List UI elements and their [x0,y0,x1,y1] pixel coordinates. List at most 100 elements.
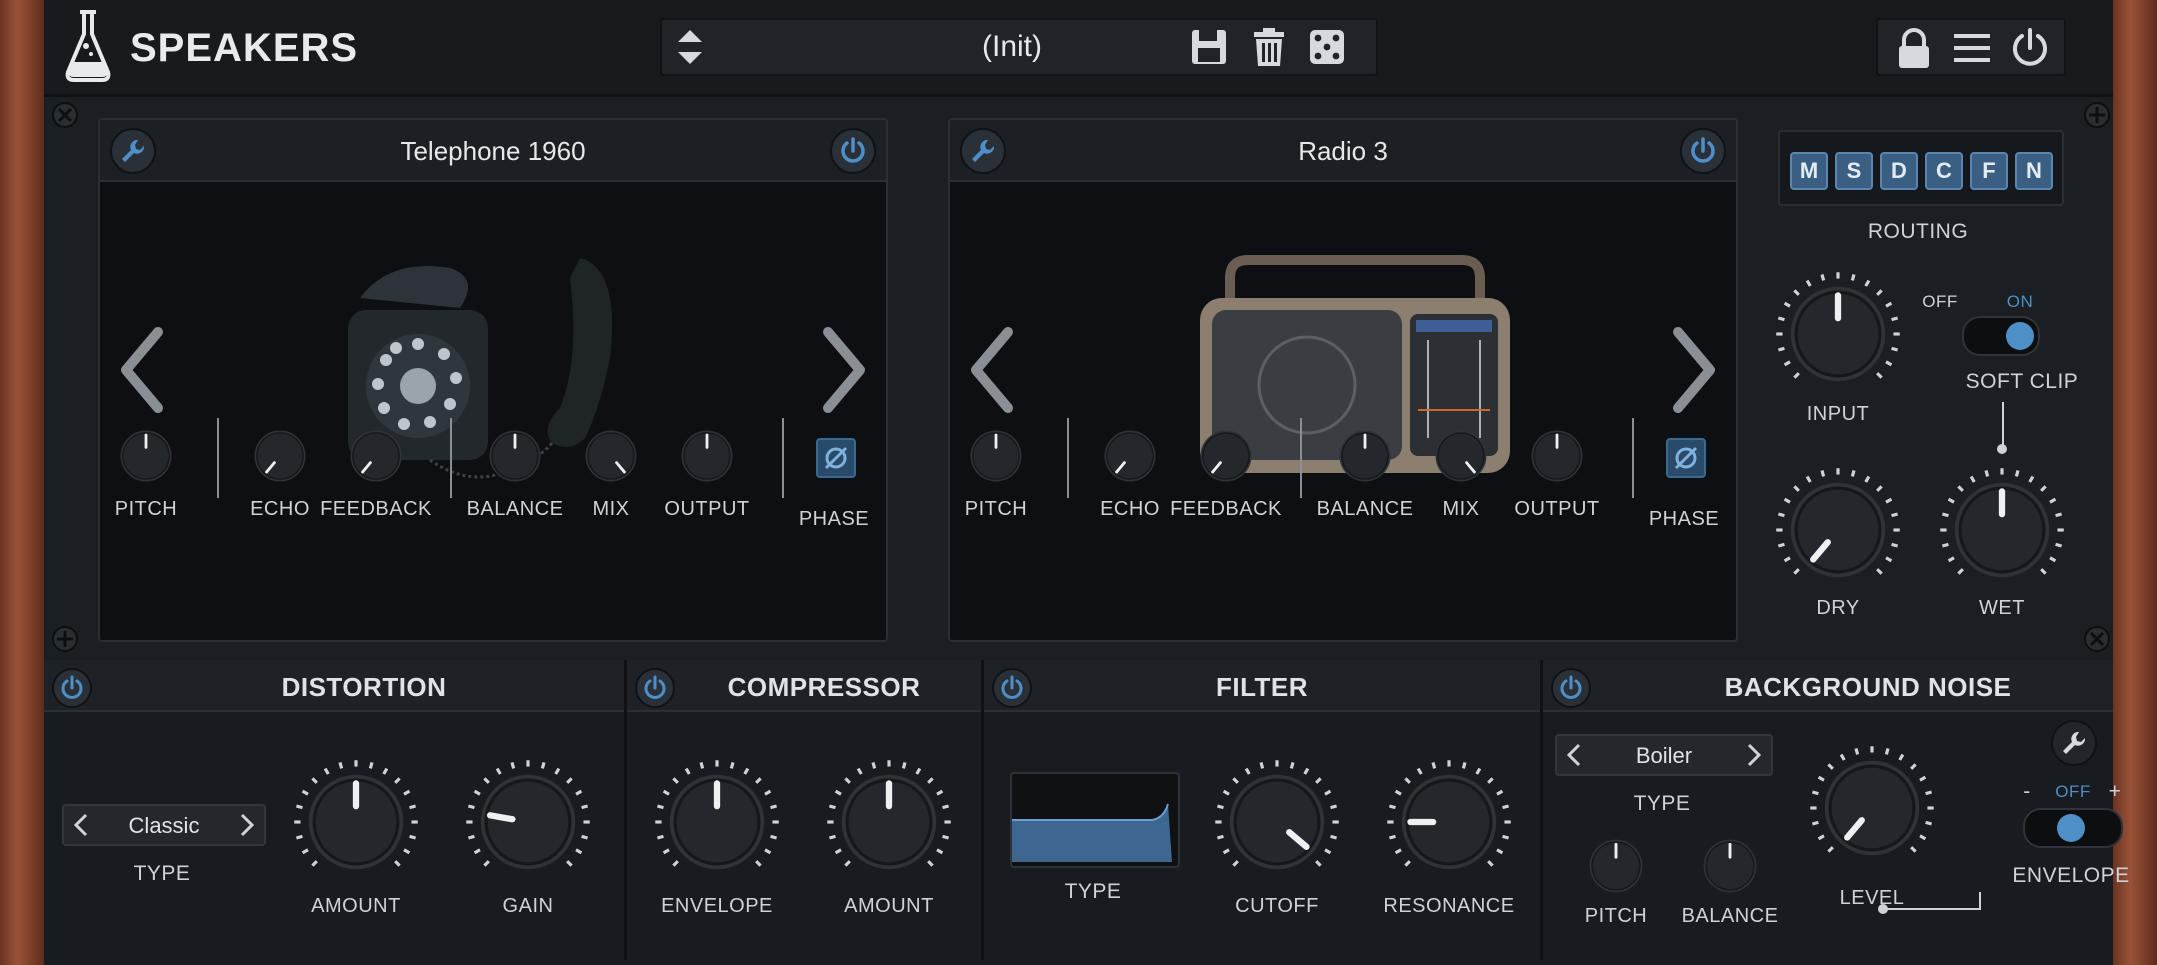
feedback-knob[interactable] [1198,428,1254,484]
mix-knob[interactable] [583,428,639,484]
knob-divider [1300,418,1302,498]
knob-divider [1632,418,1634,498]
background-noise-title: BACKGROUND NOISE [1724,672,2012,702]
prev-speaker-arrow-icon[interactable] [958,320,1028,420]
compressor-amount-knob-group: AMOUNT [826,759,952,917]
screw-icon [2084,102,2110,128]
distortion-amount-knob-group: AMOUNT [293,759,419,917]
noise-level-knob-group: LEVEL [1809,745,1935,909]
pitch-knob[interactable] [118,428,174,484]
input-label: INPUT [1806,403,1870,425]
compressor-amount-knob[interactable] [826,759,952,885]
filter-cutoff-knob[interactable] [1214,759,1340,885]
wrench-button[interactable] [110,128,156,174]
wrench-icon [972,139,995,162]
envelope-minus-label[interactable]: - [2017,780,2037,804]
plugin-body: SPEAKERS (Init) Telephone 1960 PITCH ECH… [44,0,2129,965]
noise-pitch-knob[interactable] [1587,837,1645,895]
filter-resonance-knob-group: RESONANCE [1383,759,1514,917]
next-speaker-arrow-icon[interactable] [808,320,878,420]
filter-title: FILTER [1215,672,1309,702]
distortion-amount-knob[interactable] [293,759,419,885]
feedback-knob[interactable] [348,428,404,484]
power-icon[interactable] [2008,26,2052,70]
output-knob[interactable] [679,428,735,484]
output-knob[interactable] [1529,428,1585,484]
routing-button-d[interactable]: D [1880,152,1918,190]
mix-knob[interactable] [1433,428,1489,484]
wet-label: WET [1979,597,2025,619]
noise-level-knob[interactable] [1809,745,1935,871]
pitch-knob-group: PITCH [115,428,177,520]
distortion-gain-knob[interactable] [465,759,591,885]
routing-button-s[interactable]: S [1835,152,1873,190]
output-knob-group: OUTPUT [1514,428,1599,520]
chevron-left-icon[interactable] [70,812,94,838]
wrench-icon [122,139,145,162]
filter-resonance-knob[interactable] [1386,759,1512,885]
power-icon [841,137,865,163]
menu-icon[interactable] [1950,26,1994,70]
prev-speaker-arrow-icon[interactable] [108,320,178,420]
routing-button-c[interactable]: C [1925,152,1963,190]
knob-divider [1067,418,1069,498]
save-icon[interactable] [1188,26,1230,68]
phase-button[interactable] [816,438,856,478]
pitch-knob[interactable] [968,428,1024,484]
speaker-power-button[interactable] [830,128,876,174]
trash-icon[interactable] [1248,26,1290,68]
envelope-toggle[interactable] [2023,808,2123,848]
pitch-knob-group: PITCH [965,428,1027,520]
input-knob[interactable] [1775,271,1901,397]
echo-knob[interactable] [252,428,308,484]
output-knob-group: OUTPUT [664,428,749,520]
distortion-header: DISTORTION [44,660,624,712]
noise-settings-button[interactable] [2051,720,2097,766]
chevron-right-icon[interactable] [1741,742,1765,768]
noise-balance-knob[interactable] [1701,837,1759,895]
routing-label: ROUTING [1867,220,1969,243]
distortion-gain-knob-group: GAIN [465,759,591,917]
header-tools [1876,18,2066,76]
preset-name[interactable]: (Init) [862,30,1162,64]
compressor-header: COMPRESSOR [627,660,981,712]
balance-knob[interactable] [1337,428,1393,484]
envelope-plus-label[interactable]: + [2105,780,2125,804]
routing-button-f[interactable]: F [1970,152,2008,190]
wrench-button[interactable] [960,128,1006,174]
distortion-type-value: Classic [128,813,200,838]
next-speaker-arrow-icon[interactable] [1658,320,1728,420]
dry-knob[interactable] [1775,467,1901,593]
phase-label: PHASE [1648,508,1720,530]
speaker-name[interactable]: Telephone 1960 [250,136,736,167]
feedback-knob-group: FEEDBACK [320,428,431,520]
distortion-type-selector[interactable]: Classic [62,804,266,846]
dice-icon[interactable] [1306,26,1348,68]
echo-knob[interactable] [1102,428,1158,484]
softclip-label: SOFT CLIP [1965,370,2079,393]
balance-knob[interactable] [487,428,543,484]
routing-button-n[interactable]: N [2015,152,2053,190]
lock-icon[interactable] [1892,26,1936,70]
filter-cutoff-knob-group: CUTOFF [1214,759,1340,917]
echo-knob-group: ECHO [1100,428,1159,520]
speaker-header: Telephone 1960 [100,120,886,182]
routing-button-m[interactable]: M [1790,152,1828,190]
softclip-toggle[interactable] [1962,316,2040,356]
distortion-amount-label: AMOUNT [311,895,401,917]
phase-button[interactable] [1666,438,1706,478]
compressor-envelope-knob[interactable] [654,759,780,885]
softclip-on-label: ON [2006,292,2034,311]
chevron-left-icon[interactable] [1563,742,1587,768]
wet-knob[interactable] [1939,467,2065,593]
chevron-right-icon[interactable] [234,812,258,838]
feedback-knob-group: FEEDBACK [1170,428,1281,520]
preset-up-down-icon[interactable] [672,24,708,70]
speaker-name[interactable]: Radio 3 [1100,136,1586,167]
filter-type-display[interactable] [1010,772,1180,868]
noise-type-selector[interactable]: Boiler [1555,734,1773,776]
speaker-power-button[interactable] [1680,128,1726,174]
input-knob-group: INPUT [1775,271,1901,425]
lowpass-curve-icon [1012,803,1172,862]
echo-knob-group: ECHO [250,428,309,520]
